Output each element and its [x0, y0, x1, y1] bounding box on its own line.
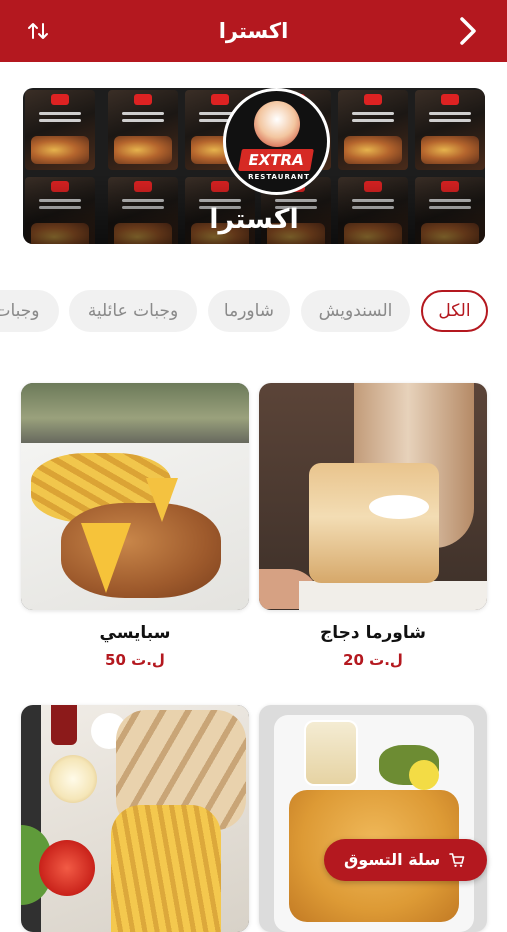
tab-all[interactable]: الكل	[421, 290, 488, 332]
logo-subtext: RESTAURANT	[248, 173, 310, 181]
menu-thumbnail	[108, 90, 178, 170]
restaurant-banner: EXTRA RESTAURANT اكسترا	[23, 88, 485, 244]
menu-thumbnail	[338, 90, 408, 170]
product-image	[21, 705, 249, 932]
product-price: 50 ل.ت	[105, 651, 165, 669]
menu-thumbnail	[25, 90, 95, 170]
category-tabs: الكل السندويش شاورما وجبات عائلية وجبات	[0, 290, 507, 334]
app-header: اكسترا	[0, 0, 507, 62]
page-title: اكسترا	[218, 19, 289, 43]
product-price: 20 ل.ت	[343, 651, 403, 669]
cart-button-label: سلة التسوق	[344, 850, 441, 869]
product-name: شاورما دجاج	[320, 623, 426, 643]
product-image	[259, 383, 487, 610]
product-image	[259, 705, 487, 932]
restaurant-name: اكسترا	[209, 204, 299, 235]
menu-thumbnail	[415, 90, 485, 170]
product-name: سبايسي	[99, 623, 171, 643]
tab-family-meals[interactable]: وجبات عائلية	[69, 290, 197, 332]
tab-sandwiches[interactable]: السندويش	[301, 290, 410, 332]
product-image	[21, 383, 249, 610]
chevron-right-icon[interactable]	[459, 16, 477, 46]
cart-button[interactable]: سلة التسوق	[324, 839, 487, 881]
tab-shawarma[interactable]: شاورما	[208, 290, 290, 332]
cart-icon	[449, 853, 465, 867]
restaurant-logo: EXTRA RESTAURANT	[223, 88, 330, 195]
tab-meals[interactable]: وجبات	[0, 290, 59, 332]
chef-mascot-icon	[254, 101, 300, 147]
logo-wordmark: EXTRA	[238, 149, 314, 171]
